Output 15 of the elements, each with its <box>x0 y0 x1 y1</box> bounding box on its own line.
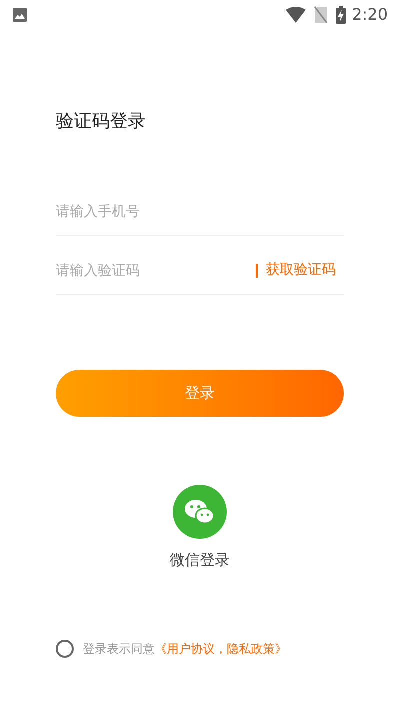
phone-input-field[interactable]: 请输入手机号 <box>56 188 344 236</box>
agreement-text: 登录表示同意《用户协议，隐私政策》 <box>83 640 287 658</box>
agreement-checkbox[interactable] <box>56 640 74 658</box>
get-code-link[interactable]: 获取验证码 <box>266 260 336 281</box>
wechat-login-label[interactable]: 微信登录 <box>170 549 230 572</box>
login-button[interactable]: 登录 <box>56 370 344 417</box>
no-sim-icon <box>314 6 328 24</box>
wifi-icon <box>286 7 306 23</box>
image-icon <box>12 7 28 23</box>
status-time: 2:20 <box>352 4 388 26</box>
page-title: 验证码登录 <box>56 110 147 134</box>
chat-bubbles-icon[interactable] <box>173 485 227 539</box>
agreement-link[interactable]: 《用户协议，隐私政策》 <box>155 642 287 656</box>
battery-charging-icon <box>336 6 346 24</box>
code-input-field[interactable]: 请输入验证码 <box>56 247 256 294</box>
